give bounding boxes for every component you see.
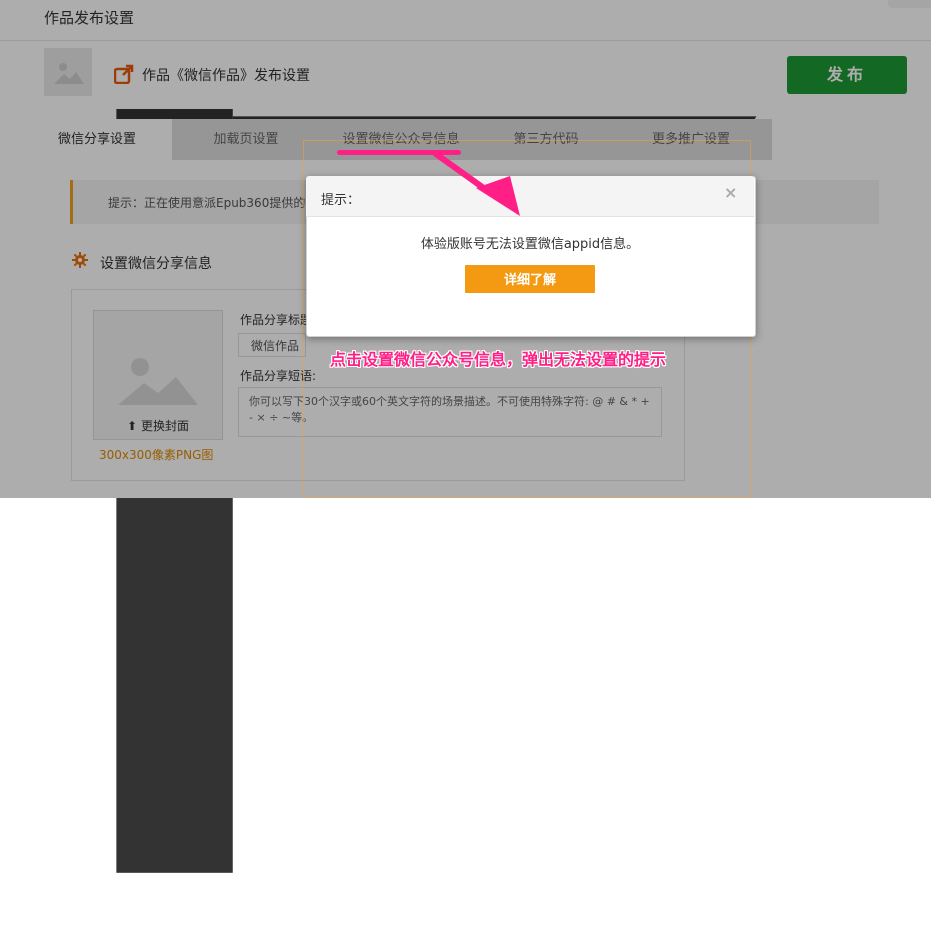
close-icon[interactable]: ×: [724, 183, 737, 202]
modal-header: [306, 176, 754, 217]
learn-more-button[interactable]: 详细了解: [465, 265, 595, 293]
annotation-arrow-icon: [433, 151, 520, 216]
modal-title: 提示：: [321, 193, 361, 208]
annotation-text: 点击设置微信公众号信息，弹出无法设置的提示: [330, 350, 667, 369]
modal-message: 体验版账号无法设置微信appid信息。: [420, 237, 640, 252]
